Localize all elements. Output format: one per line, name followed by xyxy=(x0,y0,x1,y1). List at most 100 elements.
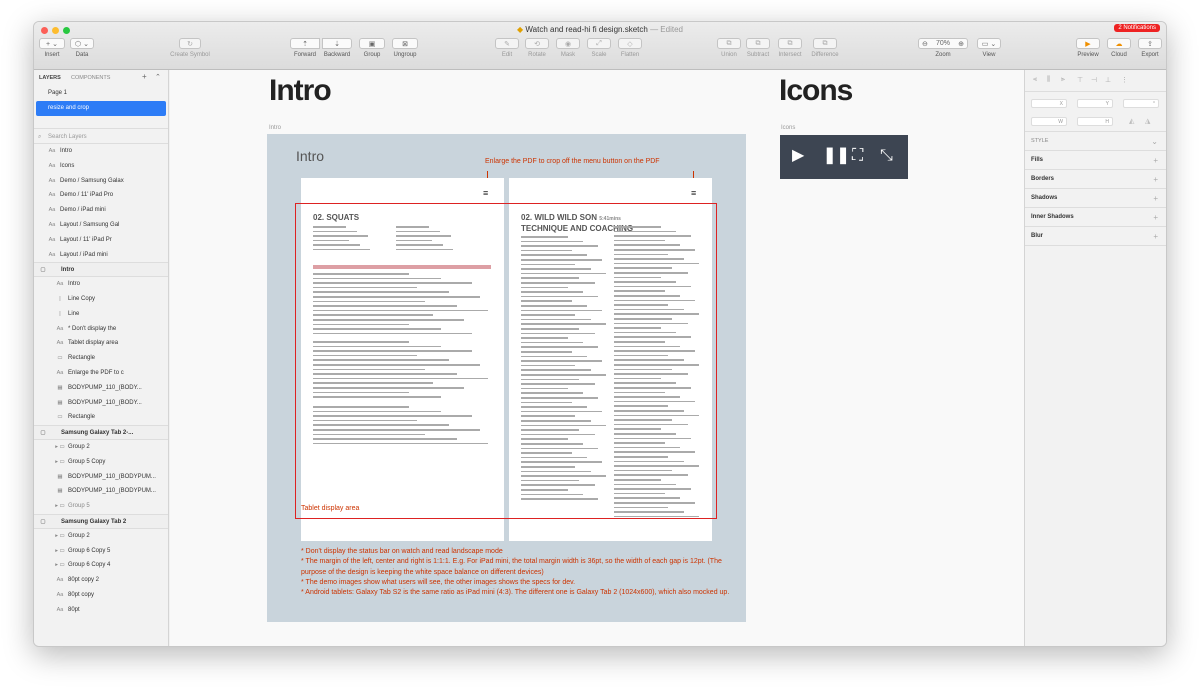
add-border-icon[interactable]: + xyxy=(1153,170,1158,189)
layer-item[interactable]: ▸ ▭ Group 5 xyxy=(34,499,168,514)
tablet-display-area-rect xyxy=(295,203,717,519)
intro-artboard[interactable]: Intro Enlarge the PDF to crop off the me… xyxy=(267,134,746,622)
layer-item[interactable]: Aa Demo / Samsung Galax xyxy=(34,174,168,189)
zoom-control[interactable]: ⊖ 70% ⊕ Zoom xyxy=(918,38,968,58)
align-middle-icon[interactable]: ⊣ xyxy=(1091,76,1097,84)
shadows-row[interactable]: Shadows + xyxy=(1025,189,1166,208)
layer-item[interactable]: Aa Intro xyxy=(34,277,168,292)
tab-layers[interactable]: LAYERS xyxy=(39,75,61,81)
tab-components[interactable]: COMPONENTS xyxy=(71,75,110,81)
canvas[interactable]: Intro Icons Intro Icons Intro Enlarge th… xyxy=(170,70,1025,646)
layer-item[interactable]: Aa Icons xyxy=(34,159,168,174)
layer-item[interactable]: ▦ BODYPUMP_110_(BODYPUM... xyxy=(34,470,168,485)
layer-item[interactable]: Aa Enlarge the PDF to c xyxy=(34,366,168,381)
align-center-icon[interactable]: ⫼ xyxy=(1047,76,1050,84)
page-item-selected[interactable]: resize and crop xyxy=(36,101,166,116)
width-field[interactable]: W xyxy=(1031,117,1067,126)
height-field[interactable]: H xyxy=(1077,117,1113,126)
insert-button[interactable]: + ⌄ Insert xyxy=(38,38,66,58)
style-section[interactable]: STYLE ⌄ xyxy=(1025,132,1166,151)
intersect-button[interactable]: ⧉ Intersect xyxy=(775,38,805,58)
layer-item[interactable]: Aa Intro xyxy=(34,144,168,159)
layer-item[interactable]: | Line xyxy=(34,307,168,322)
subtract-button[interactable]: ⧉ Subtract xyxy=(744,38,772,58)
layer-item[interactable]: Aa Demo / 11' iPad Pro xyxy=(34,188,168,203)
align-right-icon[interactable]: ⫸ xyxy=(1061,76,1065,84)
add-shadow-icon[interactable]: + xyxy=(1153,189,1158,208)
artboard-label-icons[interactable]: Icons xyxy=(781,125,795,131)
layer-item[interactable]: Aa Layout / Samsung Gal xyxy=(34,218,168,233)
zoom-out-icon[interactable]: ⊖ xyxy=(922,40,928,48)
rotate-button[interactable]: ⟲ Rotate xyxy=(524,38,550,58)
layer-item[interactable]: Aa Layout / 11' iPad Pr xyxy=(34,233,168,248)
add-fill-icon[interactable]: + xyxy=(1153,151,1158,170)
layer-item[interactable]: Aa Layout / iPad mini xyxy=(34,248,168,263)
layer-name: Group 5 xyxy=(68,503,90,510)
layer-item[interactable]: Aa Demo / iPad mini xyxy=(34,203,168,218)
mask-button[interactable]: ◉ Mask xyxy=(555,38,581,58)
view-button[interactable]: ▭ ⌄ View xyxy=(976,38,1002,58)
layer-item[interactable]: ▦ BODYPUMP_110_(BODY... xyxy=(34,396,168,411)
add-page-icon[interactable]: + xyxy=(142,72,147,81)
layer-group[interactable]: ▢ Samsung Galaxy Tab 2 xyxy=(34,513,168,529)
layer-item[interactable]: ▭ Rectangle xyxy=(34,351,168,366)
blur-row[interactable]: Blur + xyxy=(1025,227,1166,246)
layer-item[interactable]: | Line Copy xyxy=(34,292,168,307)
artboard-label-intro[interactable]: Intro xyxy=(269,125,281,131)
ungroup-button[interactable]: ⊠ Ungroup xyxy=(389,38,421,58)
add-blur-icon[interactable]: + xyxy=(1153,227,1158,246)
layer-item[interactable]: ▸ ▭ Group 6 Copy 4 xyxy=(34,558,168,573)
layer-name: Layout / Samsung Gal xyxy=(60,221,120,228)
layer-item[interactable]: ▦ BODYPUMP_110_(BODY... xyxy=(34,381,168,396)
add-inner-shadow-icon[interactable]: + xyxy=(1153,208,1158,227)
backward-button[interactable]: ⇣ Backward xyxy=(320,38,354,58)
layer-item[interactable]: Aa 80pt copy 2 xyxy=(34,573,168,588)
intro-heading[interactable]: Intro xyxy=(269,74,332,108)
layer-item[interactable]: ▭ Rectangle xyxy=(34,410,168,425)
collapse-pages-icon[interactable]: ⌃ xyxy=(155,73,161,81)
page-item[interactable]: Page 1 xyxy=(34,86,168,101)
y-field[interactable]: Y xyxy=(1077,99,1113,108)
preview-button[interactable]: ▶ Preview xyxy=(1075,38,1101,58)
align-top-icon[interactable]: ⊤ xyxy=(1077,76,1083,84)
shape-layer-icon: ▸ ▭ xyxy=(55,532,65,539)
difference-button[interactable]: ⧉ Difference xyxy=(807,38,843,58)
inner-shadows-row[interactable]: Inner Shadows + xyxy=(1025,208,1166,227)
layer-item[interactable]: ▸ ▭ Group 2 xyxy=(34,529,168,544)
layer-item[interactable]: ▸ ▭ Group 5 Copy xyxy=(34,455,168,470)
create-symbol-button[interactable]: ↻ Create Symbol xyxy=(168,38,212,58)
layer-item[interactable]: Aa 80pt copy xyxy=(34,588,168,603)
flip-horizontal-icon[interactable]: ◭ xyxy=(1129,117,1134,125)
layer-item[interactable]: ▸ ▭ Group 6 Copy 5 xyxy=(34,544,168,559)
forward-button[interactable]: ⇡ Forward xyxy=(288,38,322,58)
layer-group[interactable]: ▢ Intro xyxy=(34,262,168,278)
group-button[interactable]: ▣ Group xyxy=(357,38,387,58)
data-button[interactable]: ⬡ ⌄ Data xyxy=(70,38,94,58)
layer-item[interactable]: Aa * Don't display the xyxy=(34,322,168,337)
x-field[interactable]: X xyxy=(1031,99,1067,108)
layer-group[interactable]: ▢ Samsung Galaxy Tab 2-... xyxy=(34,425,168,440)
borders-row[interactable]: Borders + xyxy=(1025,170,1166,189)
export-button[interactable]: ⇪ Export xyxy=(1137,38,1163,58)
icons-heading[interactable]: Icons xyxy=(779,74,853,108)
search-layers[interactable]: ⌕ Search Layers xyxy=(34,128,168,144)
rotation-field[interactable]: ° xyxy=(1123,99,1159,108)
shape-layer-icon: | xyxy=(59,310,61,317)
flatten-button[interactable]: ◇ Flatten xyxy=(616,38,644,58)
scale-button[interactable]: ⤢ Scale xyxy=(586,38,612,58)
zoom-in-icon[interactable]: ⊕ xyxy=(958,40,964,48)
cloud-button[interactable]: ☁ Cloud xyxy=(1106,38,1132,58)
fills-row[interactable]: Fills + xyxy=(1025,151,1166,170)
flip-vertical-icon[interactable]: ◮ xyxy=(1145,117,1150,125)
align-bottom-icon[interactable]: ⊥ xyxy=(1105,76,1111,84)
layer-item[interactable]: Aa 80pt xyxy=(34,603,168,618)
layer-item[interactable]: ▦ BODYPUMP_110_(BODYPUM... xyxy=(34,484,168,499)
layer-item[interactable]: ▸ ▭ Group 2 xyxy=(34,440,168,455)
union-button[interactable]: ⧉ Union xyxy=(716,38,742,58)
icons-artboard[interactable]: ▶ ❚❚ ⛶ ⤡ xyxy=(780,135,908,179)
distribute-icon[interactable]: ⋮ xyxy=(1121,76,1128,84)
edit-button[interactable]: ✎ Edit xyxy=(494,38,520,58)
notifications-badge[interactable]: 2 Notifications xyxy=(1114,24,1160,32)
layer-item[interactable]: Aa Tablet display area xyxy=(34,336,168,351)
align-left-icon[interactable]: ⫷ xyxy=(1033,76,1037,84)
